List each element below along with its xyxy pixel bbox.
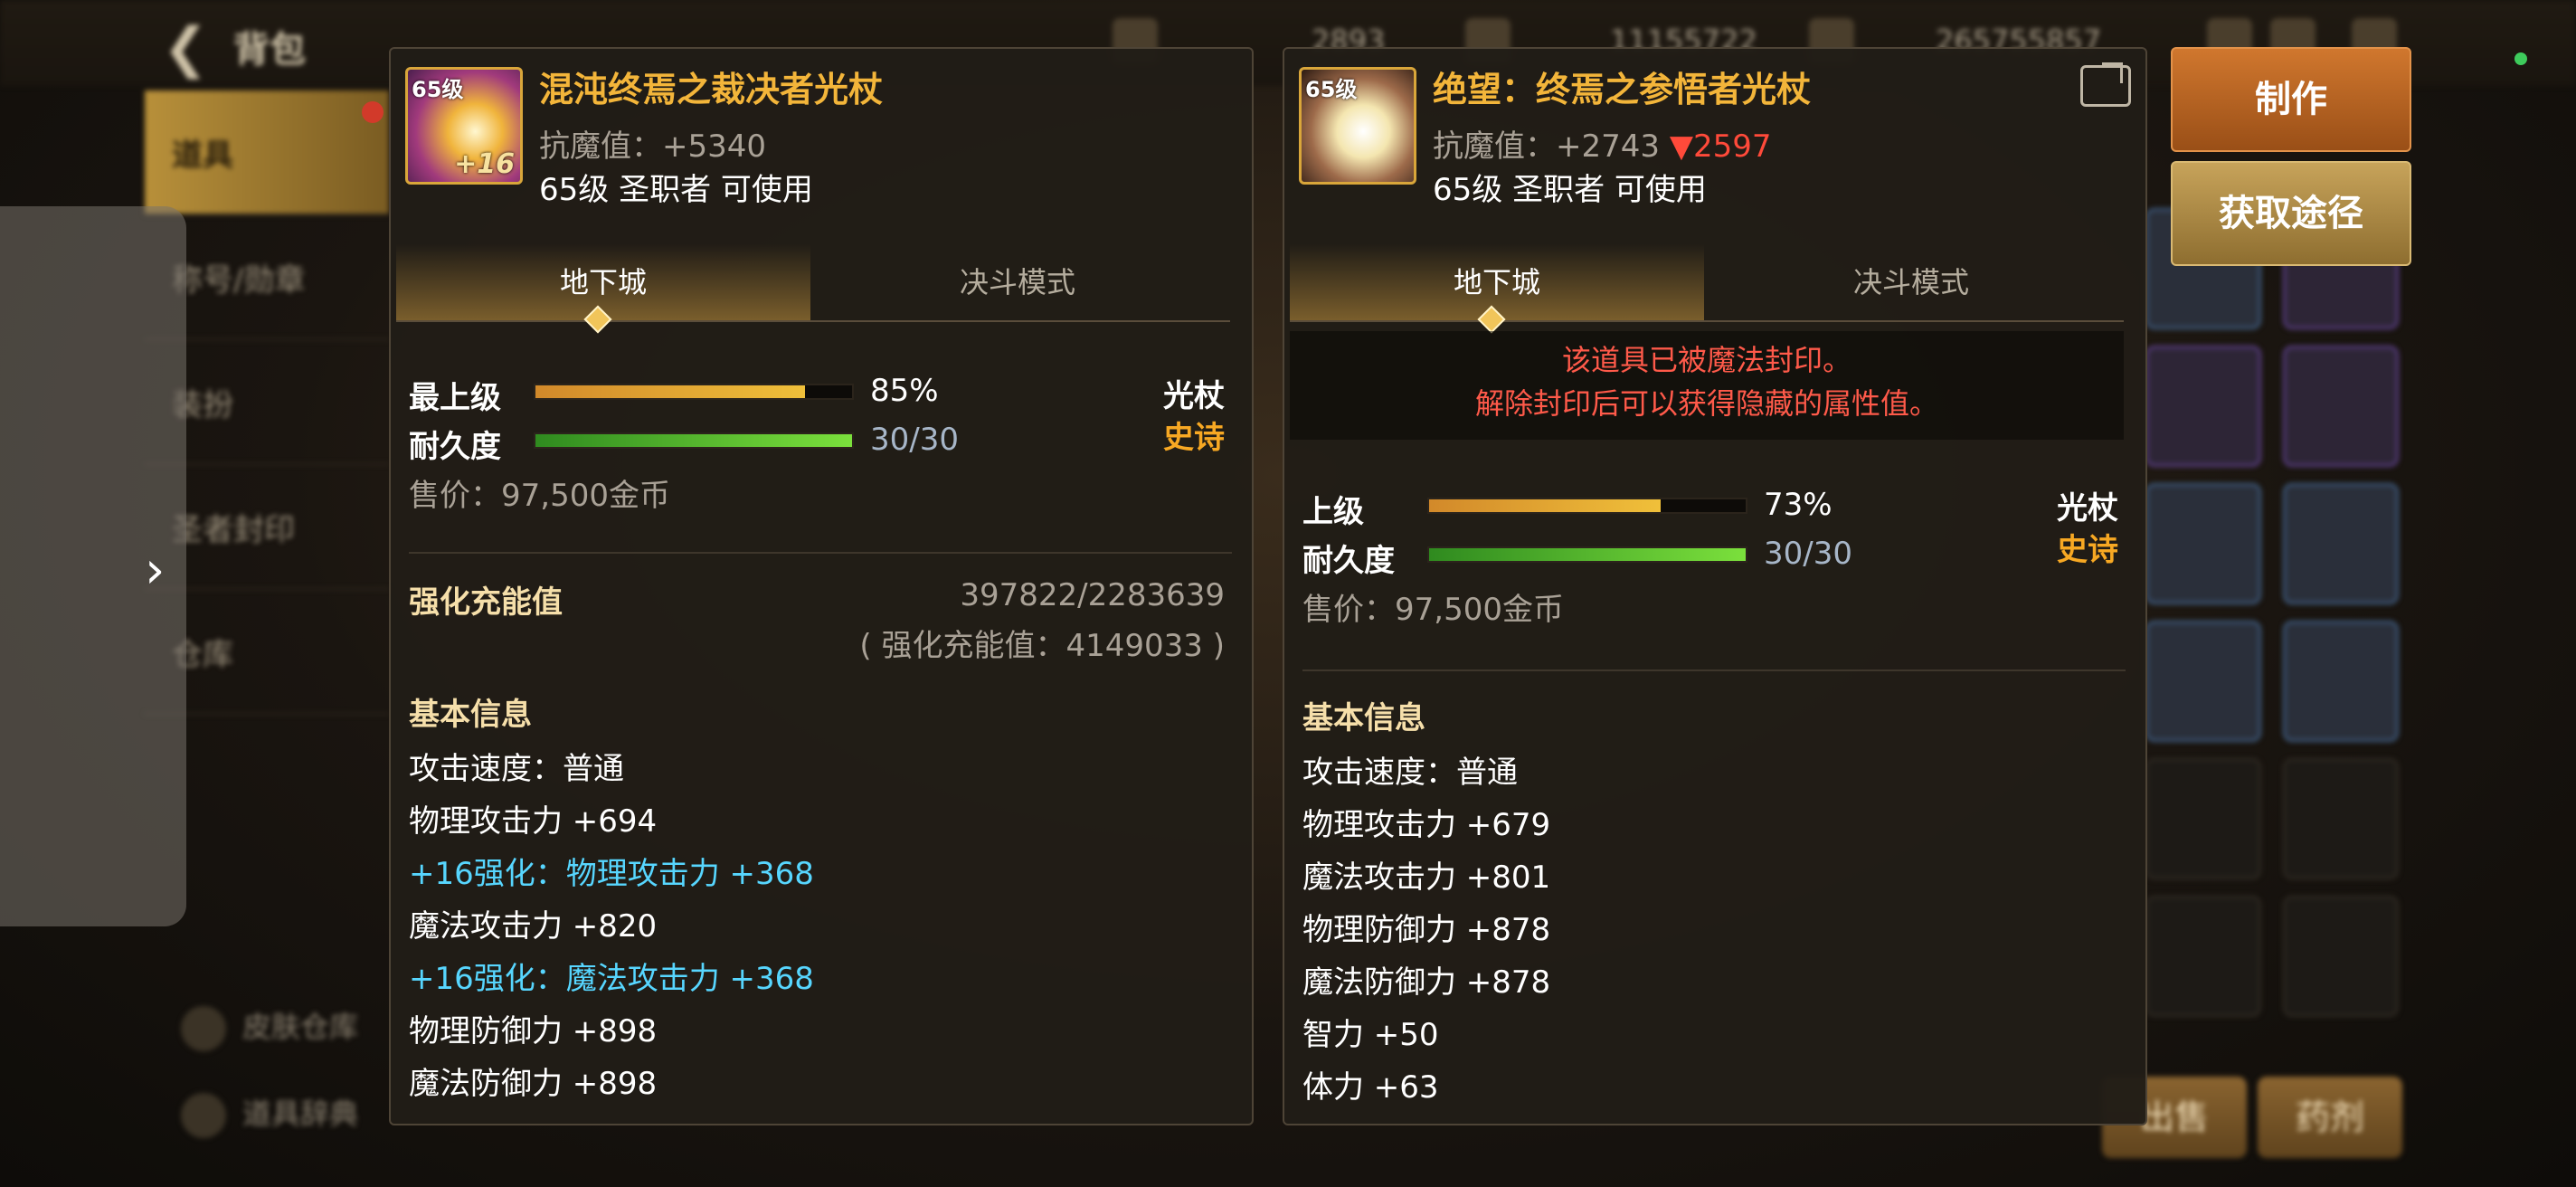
sell-price: 售价：97,500金币 [409,478,670,514]
rarity-label: 史诗 [1163,420,1225,456]
enhance-attribute-line: +16强化：魔法攻击力 +368 [409,961,814,997]
back-arrow-icon[interactable]: ❮ [163,16,208,80]
item-name: 混沌终焉之裁决者光杖 [539,70,884,109]
mode-tabs: 地下城 决斗模式 [396,244,1230,334]
tab-pvp[interactable]: 决斗模式 [810,244,1225,320]
durability-value: 30/30 [870,422,959,458]
rarity-label: 史诗 [2057,532,2118,568]
sell-price: 售价：97,500金币 [1302,592,1564,628]
get-route-button[interactable]: 获取途径 [2171,161,2411,266]
icon-level-label: 65级 [412,77,464,102]
enhance-charge-label: 强化充能值 [409,584,563,621]
magic-resist: 抗魔值：+5340 [539,128,767,165]
inventory-slot[interactable] [2145,758,2261,879]
level-requirement: 65级 圣职者 可使用 [539,172,813,208]
enhance-attribute-line: +16强化：物理攻击力 +368 [409,856,814,892]
status-dot [2514,52,2527,65]
attribute-line: 物理攻击力 +694 [409,803,658,840]
skin-storage-label: 皮肤仓库 [242,1010,359,1044]
grade-bar [1427,498,1747,514]
staff-item-icon: 65级 [1299,67,1416,185]
seal-notice-line2: 解除封印后可以获得隐藏的属性值。 [1474,386,1938,421]
durability-bar [1427,546,1747,563]
attribute-line: 魔法攻击力 +801 [1302,859,1551,896]
attribute-line: 智力 +50 [1302,1017,1439,1053]
menu-item-items[interactable]: 道具 [145,90,389,215]
item-header: 65级 绝望：终焉之参悟者光杖 抗魔值：+2743 ▼2597 65级 圣职者 … [1284,49,2145,224]
attribute-line: 攻击速度：普通 [1302,755,1518,791]
grade-bar-fill [1429,499,1661,512]
grade-bar-fill [535,385,805,398]
weapon-type: 光杖 [1163,378,1225,414]
magic-resist-value: 抗魔值：+2743 [1433,128,1670,165]
item-header: 65级 +16 混沌终焉之裁决者光杖 抗魔值：+5340 65级 圣职者 可使用 [391,49,1252,224]
basic-info-title: 基本信息 [1302,700,1425,736]
notification-dot [362,101,384,123]
grade-percent: 73% [1764,487,1833,523]
compared-item-tooltip: 65级 绝望：终焉之参悟者光杖 抗魔值：+2743 ▼2597 65级 圣职者 … [1283,47,2147,1125]
inventory-slot[interactable] [2145,621,2261,742]
level-requirement: 65级 圣职者 可使用 [1433,172,1707,208]
attribute-line: 攻击速度：普通 [409,751,624,787]
attribute-line: 物理防御力 +898 [409,1013,658,1049]
item-dictionary-link[interactable]: 道具辞典 [181,1091,358,1138]
attribute-line: 物理攻击力 +679 [1302,807,1551,843]
grade-label: 最上级 [409,380,501,416]
attribute-line: 体力 +63 [1302,1069,1439,1106]
weapon-type: 光杖 [2057,490,2118,527]
divider [409,552,1232,554]
book-icon [181,1093,226,1138]
durability-bar [534,432,854,449]
seal-notice-line1: 该道具已被魔法封印。 [1561,343,1852,377]
mode-tabs: 地下城 决斗模式 [1290,244,2124,334]
attribute-line: 物理防御力 +878 [1302,912,1551,948]
tab-dungeon[interactable]: 地下城 [1290,244,1704,320]
grade-bar [534,384,854,400]
seal-notice: 该道具已被魔法封印。 解除封印后可以获得隐藏的属性值。 [1290,331,2124,440]
attribute-line: 魔法防御力 +898 [409,1066,658,1102]
potion-button[interactable]: 药剂 [2258,1077,2402,1158]
enhance-charge-total: ( 强化充能值：4149033 ) [859,628,1225,664]
icon-level-label: 65级 [1305,77,1358,102]
wardrobe-icon [181,1006,226,1051]
make-button[interactable]: 制作 [2171,47,2411,152]
attribute-line: 魔法攻击力 +820 [409,908,658,945]
inventory-slot[interactable] [2283,758,2399,879]
inventory-slot[interactable] [2283,621,2399,742]
durability-value: 30/30 [1764,536,1852,572]
grade-percent: 85% [870,373,939,409]
tab-pvp[interactable]: 决斗模式 [1704,244,2118,320]
share-icon[interactable] [2080,65,2131,107]
inventory-slot[interactable] [2145,346,2261,467]
durability-bar-fill [1429,548,1746,561]
inventory-slot[interactable] [2283,483,2399,604]
durability-label: 耐久度 [1302,543,1395,579]
divider [1302,669,2126,671]
inventory-slot[interactable] [2145,896,2261,1017]
enhance-charge-value: 397822/2283639 [960,577,1225,613]
equipped-item-tooltip: 65级 +16 混沌终焉之裁决者光杖 抗魔值：+5340 65级 圣职者 可使用… [389,47,1254,1125]
inventory-slot[interactable] [2283,346,2399,467]
staff-item-icon: 65级 +16 [405,67,523,185]
tab-dungeon[interactable]: 地下城 [396,244,810,320]
inventory-slot[interactable] [2145,483,2261,604]
basic-info-title: 基本信息 [409,697,532,733]
item-name: 绝望：终焉之参悟者光杖 [1433,70,1812,109]
item-dictionary-label: 道具辞典 [242,1097,359,1131]
durability-bar-fill [535,434,852,447]
icon-enhance-label: +16 [454,148,515,180]
inventory-slot[interactable] [2283,896,2399,1017]
bag-title: 背包 [233,29,306,71]
durability-label: 耐久度 [409,429,501,465]
magic-resist: 抗魔值：+2743 ▼2597 [1433,121,1772,166]
magic-resist-diff: ▼2597 [1669,128,1772,165]
grade-label: 上级 [1302,494,1364,530]
attribute-line: 魔法防御力 +878 [1302,964,1551,1001]
skin-storage-link[interactable]: 皮肤仓库 [181,1004,358,1051]
chevron-right-icon[interactable]: › [145,541,165,600]
